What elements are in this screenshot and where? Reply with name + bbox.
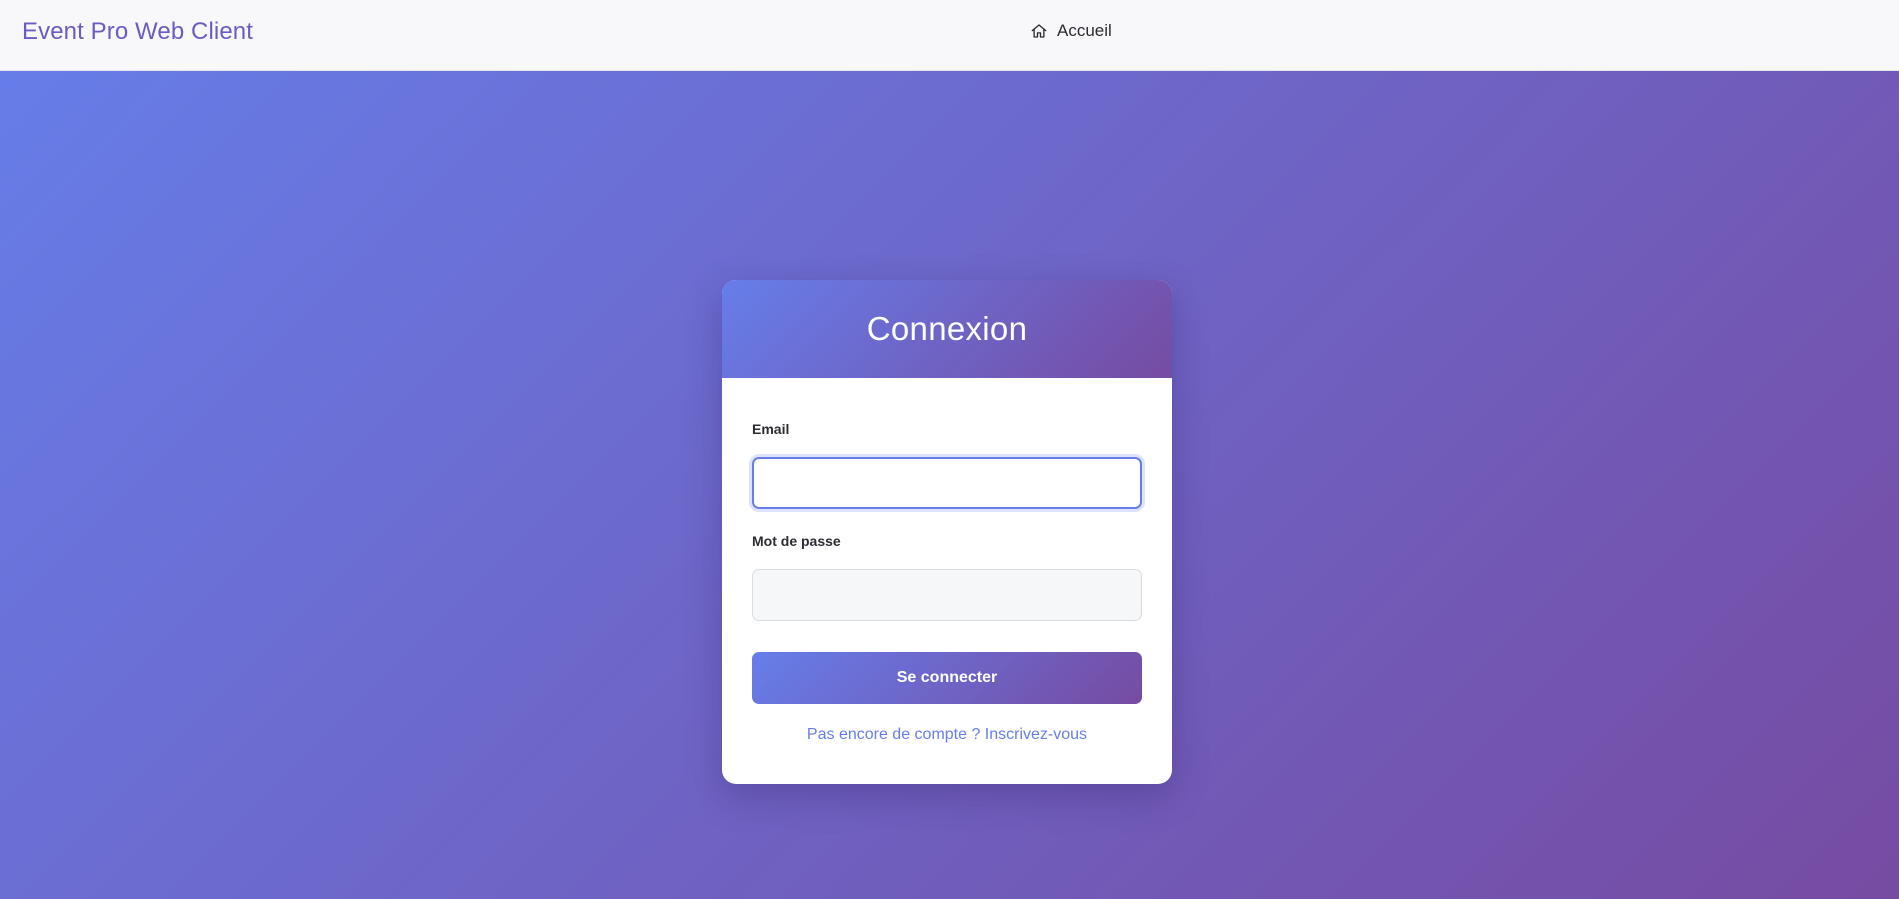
login-form: Email Mot de passe Se connecter Pas enco… xyxy=(722,421,1172,744)
top-navbar: Event Pro Web Client Accueil xyxy=(0,0,1899,71)
home-icon xyxy=(1030,22,1048,40)
brand-logo-text[interactable]: Event Pro Web Client xyxy=(22,17,253,47)
login-card-header: Connexion xyxy=(722,280,1172,378)
register-link[interactable]: Pas encore de compte ? Inscrivez-vous xyxy=(752,726,1142,744)
nav-link-home[interactable]: Accueil xyxy=(1030,20,1112,42)
password-label: Mot de passe xyxy=(752,533,841,549)
nav-link-home-label: Accueil xyxy=(1057,21,1112,40)
login-card: Connexion Email Mot de passe Se connecte… xyxy=(722,280,1172,784)
password-field[interactable] xyxy=(752,569,1142,621)
login-title: Connexion xyxy=(866,310,1028,347)
login-submit-button[interactable]: Se connecter xyxy=(752,652,1142,704)
email-field[interactable] xyxy=(752,457,1142,509)
email-label: Email xyxy=(752,421,790,437)
